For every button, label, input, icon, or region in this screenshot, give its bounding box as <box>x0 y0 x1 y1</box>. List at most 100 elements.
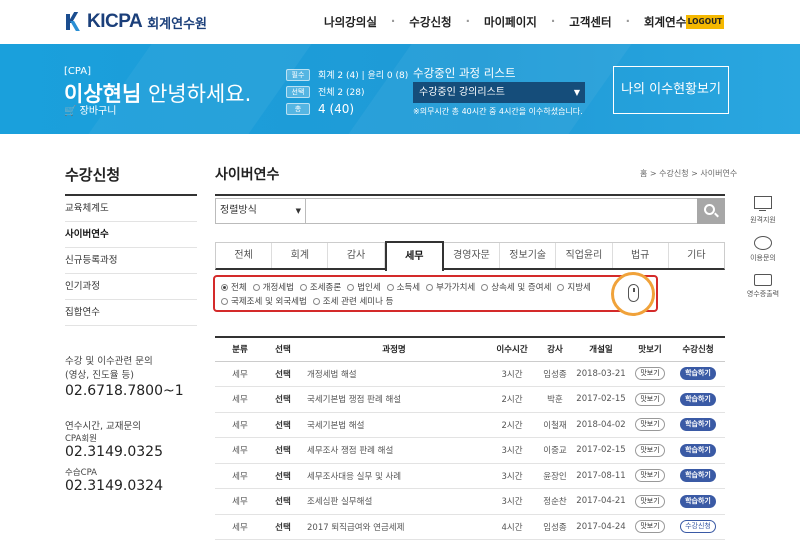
cell-date: 2017-02-15 <box>573 437 629 464</box>
cell-title[interactable]: 2017 퇴직급여와 연금세제 <box>301 514 487 540</box>
cell-select[interactable]: 선택 <box>265 412 301 438</box>
search-input[interactable] <box>308 201 693 221</box>
filter-radio-local-tax[interactable]: 지방세 <box>557 280 591 294</box>
radio-icon <box>221 297 228 305</box>
filter-radio-tax-seminar[interactable]: 조세 관련 세미나 등 <box>312 294 393 308</box>
cell-enroll: 학습하기 <box>671 412 725 438</box>
filter-radio-all[interactable]: 전체 <box>221 280 247 294</box>
sidebar-item-group[interactable]: 집합연수 <box>65 300 197 326</box>
tab-tax[interactable]: 세무 <box>384 241 444 271</box>
table-row: 세무 선택 세무조사대응 실무 및 사례 3시간 윤장인 2017-08-11 맛보기 학습하… <box>215 463 725 489</box>
stat-badge: 선택 <box>286 85 310 98</box>
nav-customer-center[interactable]: 고객센터 <box>555 14 625 30</box>
tab-it[interactable]: 정보기술 <box>500 243 557 268</box>
filter-label: 지방세 <box>567 283 591 293</box>
cell-select[interactable]: 선택 <box>265 463 301 489</box>
contact-cpa-number: 02.3149.0325 <box>65 444 163 460</box>
cell-title[interactable]: 조세심판 실무해설 <box>301 488 487 515</box>
cell-select[interactable]: 선택 <box>265 361 301 387</box>
tab-ethics[interactable]: 직업윤리 <box>556 243 613 268</box>
quick-inquiry[interactable]: 이용문의 <box>743 236 783 263</box>
sidebar-item-new-courses[interactable]: 신규등록과정 <box>65 248 197 274</box>
preview-button[interactable]: 맛보기 <box>635 418 665 432</box>
contact-label: 수강 및 이수관련 문의 <box>65 356 153 367</box>
preview-button[interactable]: 맛보기 <box>635 443 665 457</box>
preview-button[interactable]: 맛보기 <box>635 367 665 381</box>
course-list-title: 수강중인 과정 리스트 <box>413 66 516 80</box>
cell-title[interactable]: 국세기본법 해설 <box>301 412 487 438</box>
credit-stats: 필수 회계 2 (4) | 윤리 0 (8) 선택 전체 2 (28) 총 4 … <box>286 66 408 117</box>
radio-icon <box>426 283 434 291</box>
cell-select[interactable]: 선택 <box>265 514 301 540</box>
cell-title[interactable]: 국세기본법 쟁점 판례 해설 <box>301 386 487 413</box>
logo[interactable]: KICPA 회계연수원 <box>64 11 207 33</box>
filter-radio-vat[interactable]: 부가가치세 <box>426 280 475 294</box>
filter-radio-corporate-tax[interactable]: 법인세 <box>347 280 381 294</box>
stat-value: 회계 2 (4) | 윤리 0 (8) <box>318 71 409 81</box>
study-button[interactable]: 학습하기 <box>680 367 716 381</box>
preview-button[interactable]: 맛보기 <box>635 520 665 534</box>
filter-radio-income-tax[interactable]: 소득세 <box>386 280 420 294</box>
preview-button[interactable]: 맛보기 <box>635 469 665 483</box>
filter-radio-revised-tax[interactable]: 개정세법 <box>252 280 294 294</box>
cell-date: 2018-04-02 <box>573 412 629 438</box>
logout-button[interactable]: LOGOUT <box>686 15 724 29</box>
filter-label: 전체 <box>231 283 247 293</box>
cell-title[interactable]: 개정세법 해설 <box>301 361 487 387</box>
tab-etc[interactable]: 기타 <box>669 243 724 268</box>
sidebar-item-cyber[interactable]: 사이버연수 <box>65 222 197 248</box>
filter-radio-tax-general[interactable]: 조세종론 <box>299 280 341 294</box>
filter-label: 상속세 및 증여세 <box>491 283 552 293</box>
course-list-select[interactable]: 수강중인 강의리스트 ▼ <box>413 82 585 103</box>
preview-button[interactable]: 맛보기 <box>635 494 665 508</box>
study-button[interactable]: 학습하기 <box>680 494 716 508</box>
nav-my-classroom[interactable]: 나의강의실 <box>310 14 391 30</box>
table-row: 세무 선택 개정세법 해설 3시간 임성종 2018-03-21 맛보기 학습하기 <box>215 361 725 387</box>
cell-hours: 3시간 <box>487 361 537 387</box>
search-button[interactable] <box>697 198 725 224</box>
sidebar-item-curriculum[interactable]: 교육체계도 <box>65 196 197 222</box>
sidebar-menu: 교육체계도 사이버연수 신규등록과정 인기과정 집합연수 <box>65 196 197 326</box>
quick-remote-support[interactable]: 원격지원 <box>743 196 783 225</box>
cell-select[interactable]: 선택 <box>265 386 301 413</box>
study-button[interactable]: 학습하기 <box>680 469 716 483</box>
cell-select[interactable]: 선택 <box>265 437 301 464</box>
hours-note: ※의무시간 총 40시간 중 4시간을 이수하셨습니다. <box>413 107 583 116</box>
preview-button[interactable]: 맛보기 <box>635 392 665 406</box>
nav-mypage[interactable]: 마이페이지 <box>470 14 551 30</box>
contact-materials: 연수시간, 교재문의 CPA회원 02.3149.0325 수습CPA 02.3… <box>65 418 163 494</box>
sort-select[interactable]: 정렬방식 ▼ <box>216 199 306 223</box>
col-hours: 이수시간 <box>487 336 537 362</box>
tab-all[interactable]: 전체 <box>216 243 273 268</box>
cell-category: 세무 <box>215 514 265 540</box>
tab-law[interactable]: 법규 <box>613 243 669 268</box>
cell-select[interactable]: 선택 <box>265 488 301 515</box>
stat-value: 전체 2 (28) <box>318 88 365 98</box>
filter-radio-inheritance-tax[interactable]: 상속세 및 증여세 <box>481 280 551 294</box>
contact-label: 연수시간, 교재문의 <box>65 421 141 432</box>
quick-receipt[interactable]: 영수증출력 <box>743 274 783 299</box>
filter-radio-international-tax[interactable]: 국제조세 및 외국세법 <box>221 294 307 308</box>
cell-title[interactable]: 세무조사대응 실무 및 사례 <box>301 463 487 489</box>
cart-link[interactable]: 🛒 장바구니 <box>64 102 116 117</box>
tab-accounting[interactable]: 회계 <box>272 243 329 268</box>
nav-enroll[interactable]: 수강신청 <box>395 14 465 30</box>
cell-lecturer: 박훈 <box>537 386 573 413</box>
sidebar-item-popular[interactable]: 인기과정 <box>65 274 197 300</box>
tab-management[interactable]: 경영자문 <box>444 243 501 268</box>
study-button[interactable]: 학습하기 <box>680 418 716 432</box>
cell-title[interactable]: 세무조사 쟁점 판례 해설 <box>301 437 487 464</box>
mouse-click-icon <box>611 272 655 316</box>
completion-status-button[interactable]: 나의 이수현황보기 <box>613 66 729 114</box>
kicpa-logo-icon <box>64 12 86 32</box>
study-button[interactable]: 학습하기 <box>680 443 716 457</box>
col-select: 선택 <box>265 336 301 362</box>
cell-lecturer: 윤장인 <box>537 463 573 489</box>
radio-icon <box>386 283 394 291</box>
study-button[interactable]: 학습하기 <box>680 392 716 406</box>
tab-audit[interactable]: 감사 <box>328 243 385 268</box>
cell-date: 2017-04-24 <box>573 514 629 540</box>
enroll-button[interactable]: 수강신청 <box>680 520 716 534</box>
radio-icon <box>312 297 320 305</box>
cell-enroll: 학습하기 <box>671 361 725 387</box>
